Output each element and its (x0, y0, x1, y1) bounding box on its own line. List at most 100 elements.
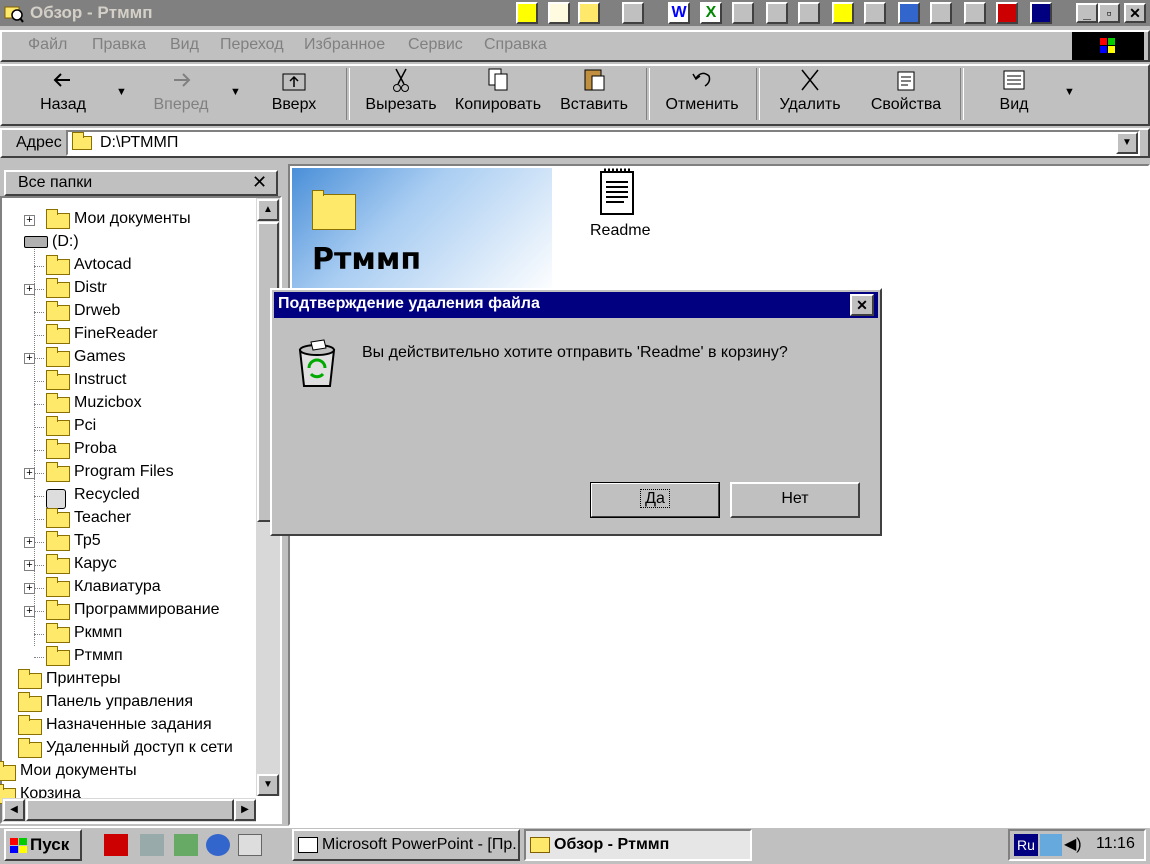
tree-close-icon[interactable]: ✕ (252, 172, 267, 193)
volume-icon[interactable]: ◀) (1064, 834, 1084, 856)
tree-item[interactable]: FineReader (74, 325, 158, 343)
tree-item[interactable]: Proba (74, 440, 117, 458)
tree-expand-toggle[interactable]: + (24, 606, 35, 617)
tree-item[interactable]: Program Files (74, 463, 174, 481)
forward-button[interactable]: Вперед (146, 66, 216, 114)
open-folder-icon[interactable] (578, 2, 600, 24)
forward-dropdown[interactable]: ▼ (230, 86, 241, 98)
clock[interactable]: 11:16 (1096, 835, 1135, 853)
task-powerpoint[interactable]: Microsoft PowerPoint - [Пр... (292, 829, 520, 861)
folder-icon (46, 600, 70, 620)
tree-item[interactable]: Принтеры (46, 670, 121, 688)
binder-icon[interactable] (622, 2, 644, 24)
menu-favorites[interactable]: Избранное (304, 36, 385, 54)
maximize-button[interactable]: ▫ (1098, 3, 1120, 23)
minimize-button[interactable]: _ (1076, 3, 1098, 23)
games-icon[interactable] (996, 2, 1018, 24)
dialog-close-button[interactable]: ✕ (850, 294, 874, 316)
new-document-icon[interactable] (548, 2, 570, 24)
start-button[interactable]: Пуск (4, 829, 82, 861)
tree-item[interactable]: Pci (74, 417, 96, 435)
word-icon[interactable]: W (668, 2, 690, 24)
view-dropdown[interactable]: ▼ (1064, 86, 1075, 98)
access-icon[interactable] (766, 2, 788, 24)
back-dropdown[interactable]: ▼ (116, 86, 127, 98)
scroll-right-button[interactable]: ▶ (234, 799, 256, 821)
tree-expand-toggle[interactable]: + (24, 353, 35, 364)
folder-icon (46, 301, 70, 321)
view-button[interactable]: Вид (986, 66, 1042, 114)
tree-expand-toggle[interactable]: + (24, 583, 35, 594)
office-icon[interactable] (516, 2, 538, 24)
undo-button[interactable]: Отменить (662, 66, 742, 114)
close-button[interactable]: ✕ (1124, 3, 1146, 23)
readme-file-icon[interactable] (598, 168, 636, 216)
address-input[interactable] (66, 130, 1140, 156)
cut-button[interactable]: Вырезать (362, 66, 440, 114)
schedule-icon[interactable] (798, 2, 820, 24)
tree-expand-toggle[interactable]: + (24, 215, 35, 226)
tree-item[interactable]: (D:) (52, 233, 79, 251)
quicklaunch-office-icon[interactable] (104, 834, 128, 856)
photo-icon[interactable] (964, 2, 986, 24)
tree-item[interactable]: Recycled (74, 486, 140, 504)
monitor-icon[interactable] (1030, 2, 1052, 24)
tree-item[interactable]: Ртммп (74, 647, 123, 665)
tree-item[interactable]: Тр5 (74, 532, 101, 550)
scroll-left-button[interactable]: ◀ (3, 799, 25, 821)
excel-icon[interactable]: X (700, 2, 722, 24)
menu-go[interactable]: Переход (220, 36, 284, 54)
quicklaunch-desktop-icon[interactable] (174, 834, 198, 856)
back-button[interactable]: Назад (30, 66, 96, 114)
hscroll-thumb[interactable] (26, 799, 234, 821)
up-button[interactable]: Вверх (264, 66, 324, 114)
tree-item[interactable]: Назначенные задания (46, 716, 212, 734)
tree-item[interactable]: Drweb (74, 302, 120, 320)
menu-edit[interactable]: Правка (92, 36, 146, 54)
tree-item[interactable]: Программирование (74, 601, 220, 619)
quicklaunch-channels-icon[interactable] (140, 834, 164, 856)
properties-button[interactable]: Свойства (866, 66, 946, 114)
yes-button[interactable]: Да (590, 482, 720, 518)
readme-file-label[interactable]: Readme (590, 222, 650, 240)
language-indicator[interactable]: Ru (1014, 834, 1038, 856)
tree-expand-toggle[interactable]: + (24, 560, 35, 571)
tree-expand-toggle[interactable]: + (24, 284, 35, 295)
explorer-icon[interactable] (4, 3, 24, 23)
tree-item[interactable]: Мои документы (20, 762, 137, 780)
task-explorer[interactable]: Обзор - Ртммп (524, 829, 752, 861)
paste-button[interactable]: Вставить (558, 66, 630, 114)
address-dropdown-button[interactable]: ▼ (1116, 132, 1138, 154)
tree-item[interactable]: Muzicbox (74, 394, 142, 412)
find-icon[interactable] (864, 2, 886, 24)
key-icon[interactable] (832, 2, 854, 24)
internet-explorer-icon[interactable] (898, 2, 920, 24)
menu-view[interactable]: Вид (170, 36, 199, 54)
menu-file[interactable]: Файл (28, 36, 67, 54)
tree-item[interactable]: Instruct (74, 371, 126, 389)
tree-expand-toggle[interactable]: + (24, 537, 35, 548)
copy-button[interactable]: Копировать (452, 66, 544, 114)
tree-item[interactable]: Distr (74, 279, 107, 297)
menu-help[interactable]: Справка (484, 36, 547, 54)
delete-button[interactable]: Удалить (776, 66, 844, 114)
tree-expand-toggle[interactable]: + (24, 468, 35, 479)
tree-item[interactable]: Удаленный доступ к сети (46, 739, 233, 757)
tree-item[interactable]: Ркммп (74, 624, 122, 642)
no-button[interactable]: Нет (730, 482, 860, 518)
tree-item[interactable]: Avtocad (74, 256, 132, 274)
network-tray-icon[interactable] (1040, 834, 1062, 856)
scroll-down-button[interactable]: ▼ (257, 774, 279, 796)
tree-item[interactable]: Карус (74, 555, 117, 573)
publisher-icon[interactable] (930, 2, 952, 24)
quicklaunch-notes-icon[interactable] (238, 834, 262, 856)
tree-item[interactable]: Клавиатура (74, 578, 161, 596)
tree-item[interactable]: Teacher (74, 509, 131, 527)
menu-tools[interactable]: Сервис (408, 36, 463, 54)
tree-item[interactable]: Мои документы (74, 210, 191, 228)
scroll-up-button[interactable]: ▲ (257, 199, 279, 221)
tree-item[interactable]: Панель управления (46, 693, 193, 711)
tree-item[interactable]: Games (74, 348, 126, 366)
powerpoint-icon[interactable] (732, 2, 754, 24)
quicklaunch-ie-icon[interactable] (206, 834, 230, 856)
